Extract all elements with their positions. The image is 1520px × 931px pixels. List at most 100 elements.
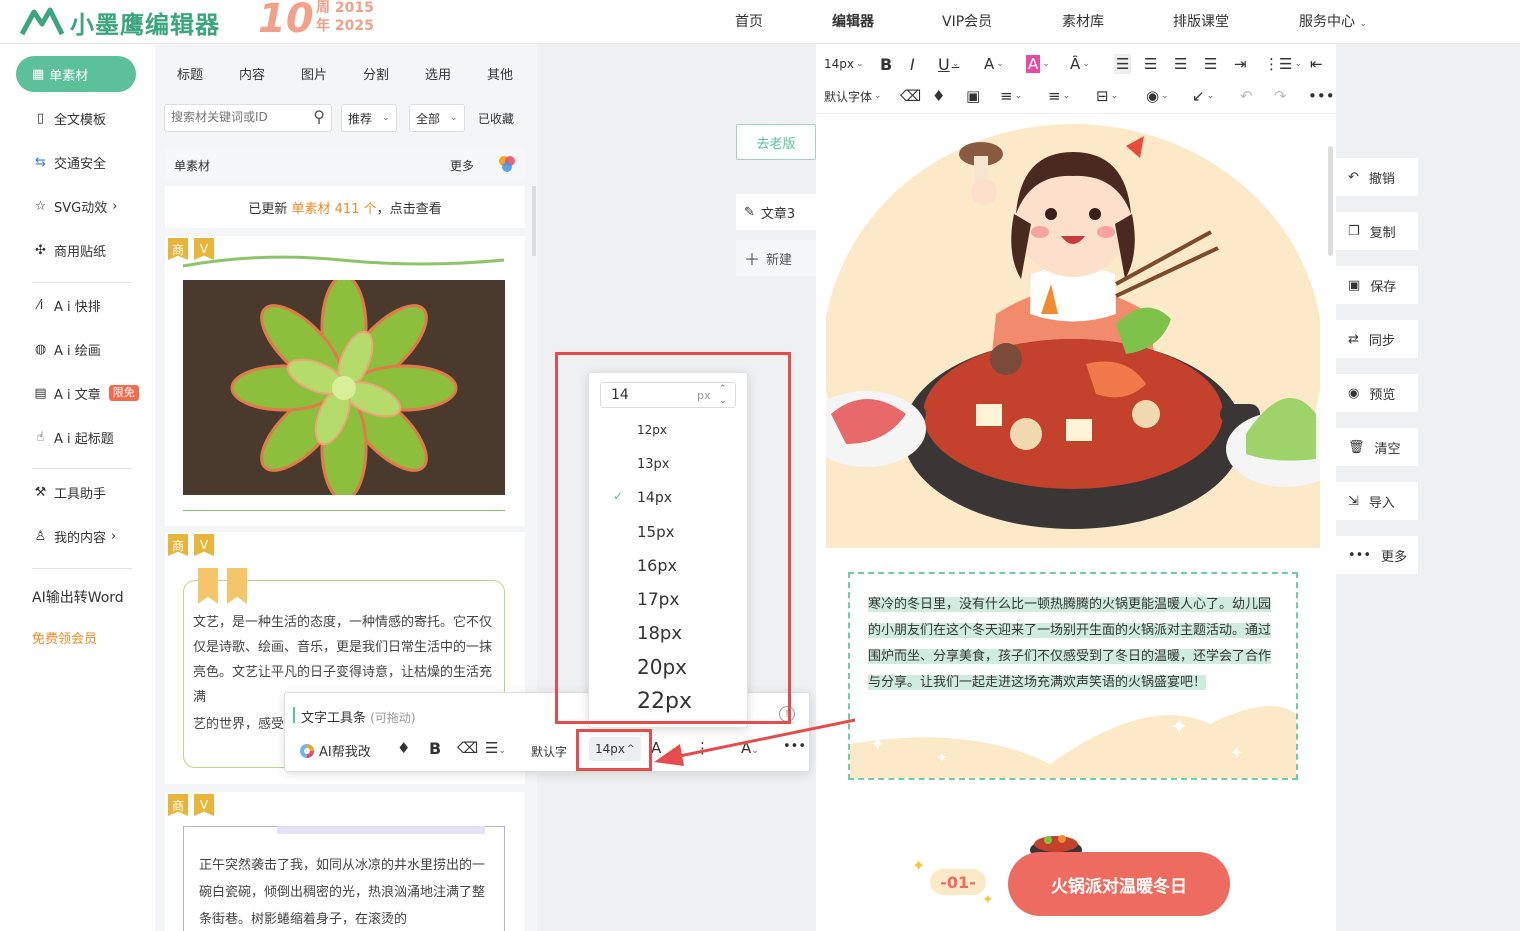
tab-title[interactable]: 标题: [177, 64, 203, 83]
undo-icon[interactable]: ↶: [1240, 86, 1253, 106]
sync-action[interactable]: ⇄ 同步: [1336, 320, 1418, 358]
annotation-box-font-size: [576, 729, 652, 771]
font-family-select[interactable]: 默认字体 ⌄: [824, 86, 882, 106]
nav-service[interactable]: 服务中心 ⌄: [1299, 11, 1367, 31]
format-painter-icon[interactable]: ♦: [932, 86, 945, 106]
nav-item-traffic-safety[interactable]: ⇆ 交通安全: [32, 152, 106, 172]
paragraph-spacing-icon[interactable]: ≡ ⌄: [1000, 86, 1022, 106]
action-label: 导入: [1368, 495, 1395, 511]
border-icon[interactable]: ⊟ ⌄: [1096, 86, 1118, 106]
align-justify-icon[interactable]: ☰: [1204, 54, 1217, 74]
more-link[interactable]: 更多: [450, 157, 474, 174]
collected-link[interactable]: 已收藏: [478, 110, 514, 127]
align-icon[interactable]: ☰⌄: [485, 739, 506, 757]
eraser-icon[interactable]: ⌫: [900, 86, 921, 106]
free-badge: 限免: [108, 385, 139, 401]
search-input[interactable]: [171, 110, 301, 124]
import-action[interactable]: ⇲ 导入: [1336, 482, 1418, 520]
nav-item-svg[interactable]: ☆ SVG动效 ›: [32, 196, 118, 216]
image-icon[interactable]: ▣: [966, 86, 980, 106]
nav-course[interactable]: 排版课堂: [1173, 11, 1229, 31]
nav-item-full-template[interactable]: ▯ 全文模板: [32, 108, 106, 128]
color-dots-icon[interactable]: [497, 154, 517, 174]
tab-content[interactable]: 内容: [239, 64, 265, 83]
title-accent: [293, 707, 295, 723]
italic-icon[interactable]: I: [910, 54, 915, 74]
tab-other[interactable]: 其他: [487, 64, 513, 83]
recommend-dropdown[interactable]: 推荐 ⌄: [341, 104, 397, 132]
nav-item-ai-word[interactable]: AI输出转Word: [32, 587, 124, 607]
update-notice[interactable]: 已更新 单素材 411 个，点击查看: [165, 186, 525, 228]
line-height-icon[interactable]: ⋮☰ ⌄: [1264, 54, 1302, 74]
format-painter-icon[interactable]: ♦: [397, 739, 410, 757]
align-center-icon[interactable]: ☰: [1144, 54, 1157, 74]
document-tab[interactable]: ✎ 文章3: [736, 194, 816, 230]
sync-icon: ⇄: [1348, 331, 1359, 347]
highlight-icon[interactable]: A ⌄: [1026, 54, 1050, 74]
preview-action[interactable]: ◉ 预览: [1336, 374, 1418, 412]
exit-icon[interactable]: ⇤: [1310, 54, 1323, 74]
font-size-select[interactable]: 14px ⌄: [824, 54, 864, 74]
font-size-value: 14px: [824, 57, 854, 71]
dropdown-label: 推荐: [348, 111, 373, 126]
tab-selected[interactable]: 选用: [425, 64, 451, 83]
nav-item-stickers[interactable]: ✣ 商用贴纸: [32, 240, 106, 260]
tab-image[interactable]: 图片: [301, 64, 327, 83]
toolbar-title: 文字工具条 (可拖动): [301, 707, 416, 726]
panel-scrollbar[interactable]: [532, 186, 536, 256]
editor-scrollbar[interactable]: [1328, 146, 1333, 256]
font-family-select[interactable]: 默认字: [531, 743, 567, 760]
font-color-icon[interactable]: A ⌄: [984, 54, 1004, 74]
nav-item-ai-title[interactable]: ☝ A i 起标题: [32, 427, 114, 447]
bulb-icon[interactable]: ◉ ⌄: [1146, 86, 1169, 106]
copy-icon: ❐: [1348, 223, 1360, 239]
selected-text[interactable]: 寒冷的冬日里，没有什么比一顿热腾腾的火锅更能温暖人心了。幼儿园的小朋友们在这个冬…: [868, 597, 1272, 690]
nav-item-ai-layout[interactable]: ⁄i A i 快排: [32, 295, 101, 315]
nav-item-single-material[interactable]: ▦ 单素材: [16, 56, 136, 92]
indent-icon[interactable]: ⇥: [1234, 54, 1247, 74]
undo-action[interactable]: ↶ 撤销: [1336, 158, 1418, 196]
nav-home[interactable]: 首页: [735, 11, 763, 31]
ai-rewrite-button[interactable]: AI帮我改: [299, 741, 371, 760]
bold-icon[interactable]: B: [880, 54, 892, 74]
text-effect-icon[interactable]: Ȃ ⌄: [1070, 54, 1090, 74]
nav-service-label: 服务中心: [1299, 14, 1355, 30]
more-icon[interactable]: •••: [1308, 86, 1335, 106]
new-document-button[interactable]: ＋ 新建: [736, 240, 816, 276]
nav-item-label: 工具助手: [54, 486, 107, 502]
align-left-icon[interactable]: ☰: [1114, 54, 1132, 74]
old-version-button[interactable]: 去老版: [736, 124, 816, 160]
material-card[interactable]: 商 V 正午突然袭击了我，如同从冰凉的井水里捞出的一碗白瓷碗，倾倒出稠密的光，热…: [165, 792, 525, 931]
commercial-tag: 商: [168, 534, 188, 556]
nav-item-my-content[interactable]: ♙ 我的内容 ›: [32, 526, 117, 546]
tab-divider[interactable]: 分割: [363, 64, 389, 83]
clear-action[interactable]: 🗑 清空: [1336, 428, 1418, 466]
eraser-icon[interactable]: ⌫: [457, 739, 478, 757]
article-paragraph[interactable]: 寒冷的冬日里，没有什么比一顿热腾腾的火锅更能温暖人心了。幼儿园的小朋友们在这个冬…: [868, 592, 1276, 762]
underline-icon[interactable]: U ⌄: [938, 54, 959, 74]
section-number: -01-: [930, 869, 986, 895]
align-right-icon[interactable]: ☰: [1174, 54, 1187, 74]
nav-editor[interactable]: 编辑器: [832, 11, 874, 31]
redo-icon[interactable]: ↷: [1274, 86, 1287, 106]
nav-item-tools[interactable]: ⚒ 工具助手: [32, 482, 106, 502]
nav-vip[interactable]: VIP会员: [942, 11, 992, 31]
bold-icon[interactable]: B: [429, 739, 441, 758]
chevron-down-icon: ⌄: [382, 113, 390, 123]
arrow-icon[interactable]: ↙ ⌄: [1192, 86, 1214, 106]
more-action[interactable]: ••• 更多: [1336, 536, 1418, 574]
hotpot-illustration[interactable]: [826, 114, 1320, 548]
free-vip-link[interactable]: 免费领会员: [32, 627, 97, 647]
section-title[interactable]: 火锅派对温暖冬日: [1008, 852, 1230, 916]
nav-item-ai-paint[interactable]: ◍ A i 绘画: [32, 339, 101, 359]
material-card[interactable]: 商 V: [165, 236, 525, 526]
copy-action[interactable]: ❐ 复制: [1336, 212, 1418, 250]
all-dropdown[interactable]: 全部 ⌄: [409, 104, 465, 132]
search-icon[interactable]: ⚲: [313, 107, 325, 126]
divider-line-icon[interactable]: ≡ ⌄: [1048, 86, 1070, 106]
top-header: 小墨鹰编辑器 10 周 2015 年 2025 首页 编辑器 VIP会员 素材库…: [0, 0, 1520, 44]
nav-materials[interactable]: 素材库: [1062, 11, 1104, 31]
save-action[interactable]: ▣ 保存: [1336, 266, 1418, 304]
nav-item-ai-article[interactable]: ▤ A i 文章 限免: [32, 383, 139, 403]
update-suffix: ，点击查看: [376, 201, 442, 217]
